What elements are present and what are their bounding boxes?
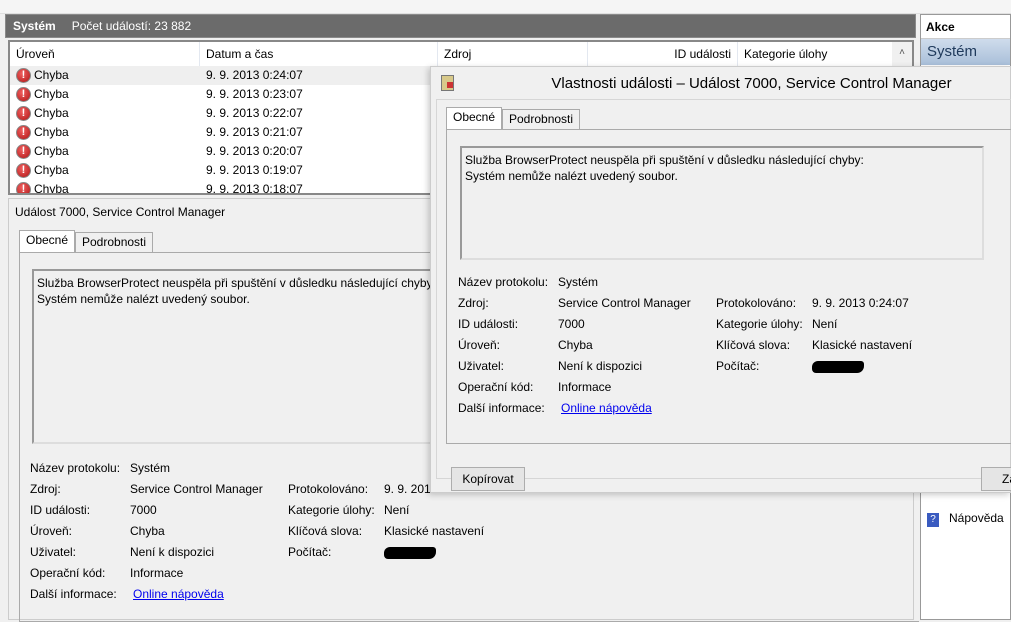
row-level: Chyba — [34, 163, 69, 177]
log-name: Systém — [13, 19, 56, 33]
field-label: ID události: — [30, 503, 91, 517]
field-label: Uživatel: — [458, 359, 505, 373]
field-label: Další informace: — [30, 587, 117, 601]
error-icon: ! — [16, 87, 31, 102]
actions-header: Akce — [921, 15, 1010, 39]
row-datetime: 9. 9. 2013 0:21:07 — [206, 125, 303, 139]
event-count: Počet událostí: 23 882 — [71, 19, 192, 33]
field-label: Protokolováno: — [716, 296, 797, 310]
field-label: Název protokolu: — [30, 461, 121, 475]
col-level[interactable]: Úroveň — [10, 42, 200, 66]
field-value[interactable]: Systém — [130, 461, 170, 475]
field-label: Klíčová slova: — [716, 338, 791, 352]
detail-title: Událost 7000, Service Control Manager — [15, 205, 226, 219]
actions-help[interactable]: ? Nápověda — [927, 511, 1004, 527]
copy-button[interactable]: Kopírovat — [451, 467, 525, 491]
row-level: Chyba — [34, 68, 69, 82]
event-properties-dialog: Vlastnosti události – Událost 7000, Serv… — [430, 66, 1011, 493]
redacted-computer-name — [384, 547, 436, 559]
error-icon: ! — [16, 182, 31, 193]
help-icon: ? — [927, 513, 939, 527]
field-value[interactable]: Service Control Manager — [558, 296, 691, 310]
row-datetime: 9. 9. 2013 0:20:07 — [206, 144, 303, 158]
field-value[interactable]: 7000 — [130, 503, 157, 517]
field-value[interactable]: Chyba — [130, 524, 165, 538]
field-value[interactable]: Klasické nastavení — [384, 524, 484, 538]
field-label: Úroveň: — [458, 338, 501, 352]
row-datetime: 9. 9. 2013 0:22:07 — [206, 106, 303, 120]
error-icon: ! — [16, 125, 31, 140]
field-label: Operační kód: — [30, 566, 106, 580]
field-value[interactable]: 9. 9. 2013 0:24:07 — [812, 296, 909, 310]
field-value[interactable]: 7000 — [558, 317, 585, 331]
online-help-link[interactable]: Online nápověda — [561, 401, 652, 415]
top-strip — [0, 0, 1011, 14]
row-level: Chyba — [34, 106, 69, 120]
redacted-computer-name — [812, 361, 864, 373]
field-label: Klíčová slova: — [288, 524, 363, 538]
row-datetime: 9. 9. 2013 0:18:07 — [206, 182, 303, 195]
field-label: Počítač: — [288, 545, 332, 559]
close-button[interactable]: Za — [981, 467, 1011, 491]
field-label: Zdroj: — [30, 482, 61, 496]
dialog-title: Vlastnosti události – Událost 7000, Serv… — [551, 75, 952, 92]
dialog-tab-details[interactable]: Podrobnosti — [502, 109, 581, 130]
col-task-category[interactable]: Kategorie úlohy — [738, 42, 894, 66]
field-label: Úroveň: — [30, 524, 73, 538]
field-value[interactable]: Service Control Manager — [130, 482, 263, 496]
field-value[interactable]: Není k dispozici — [130, 545, 214, 559]
online-help-link[interactable]: Online nápověda — [133, 587, 224, 601]
field-value[interactable]: Klasické nastavení — [812, 338, 912, 352]
field-value[interactable]: Informace — [130, 566, 183, 580]
field-value[interactable]: Není — [812, 317, 837, 331]
row-datetime: 9. 9. 2013 0:23:07 — [206, 87, 303, 101]
help-label: Nápověda — [949, 511, 1004, 525]
field-value[interactable]: Chyba — [558, 338, 593, 352]
scroll-up-icon[interactable]: ˄ — [892, 42, 912, 64]
field-label: Zdroj: — [458, 296, 489, 310]
field-label: Uživatel: — [30, 545, 77, 559]
log-header: Systém Počet událostí: 23 882 — [5, 14, 916, 38]
actions-system[interactable]: Systém — [921, 39, 1010, 65]
col-event-id[interactable]: ID události — [588, 42, 738, 66]
row-level: Chyba — [34, 144, 69, 158]
field-label: Kategorie úlohy: — [716, 317, 803, 331]
field-value[interactable]: Není — [384, 503, 409, 517]
field-label: Počítač: — [716, 359, 760, 373]
field-value[interactable]: Systém — [558, 275, 598, 289]
tab-general[interactable]: Obecné — [19, 230, 76, 253]
field-value[interactable]: Není k dispozici — [558, 359, 642, 373]
message-line: Systém nemůže nalézt uvedený soubor. — [465, 169, 678, 183]
row-level: Chyba — [34, 182, 69, 195]
error-icon: ! — [16, 163, 31, 178]
field-label: Název protokolu: — [458, 275, 549, 289]
row-level: Chyba — [34, 87, 69, 101]
field-label: Operační kód: — [458, 380, 534, 394]
error-icon: ! — [16, 106, 31, 121]
dialog-tab-general[interactable]: Obecné — [446, 107, 503, 130]
field-label: ID události: — [458, 317, 519, 331]
col-datetime[interactable]: Datum a čas — [200, 42, 438, 66]
row-datetime: 9. 9. 2013 0:24:07 — [206, 68, 303, 82]
message-line: Služba BrowserProtect neuspěla při spušt… — [465, 153, 864, 167]
error-icon: ! — [16, 68, 31, 83]
tab-details[interactable]: Podrobnosti — [75, 232, 154, 253]
row-datetime: 9. 9. 2013 0:19:07 — [206, 163, 303, 177]
field-label: Kategorie úlohy: — [288, 503, 375, 517]
field-value[interactable]: Informace — [558, 380, 611, 394]
col-source[interactable]: Zdroj — [438, 42, 588, 66]
dialog-event-message[interactable]: Služba BrowserProtect neuspěla při spušt… — [460, 146, 984, 260]
error-icon: ! — [16, 144, 31, 159]
row-level: Chyba — [34, 125, 69, 139]
field-label: Další informace: — [458, 401, 545, 415]
field-label: Protokolováno: — [288, 482, 369, 496]
